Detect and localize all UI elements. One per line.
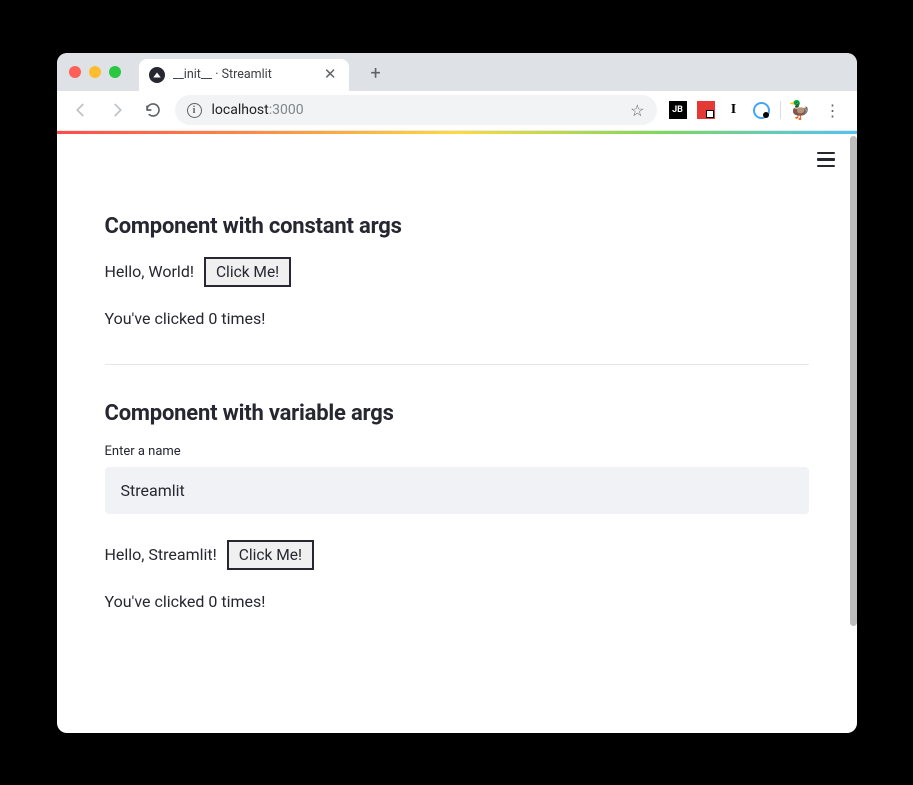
new-tab-button[interactable]: + [371, 63, 381, 84]
forward-button[interactable] [103, 96, 131, 124]
window-minimize-button[interactable] [89, 66, 101, 78]
extension-i-icon[interactable]: I [725, 101, 743, 119]
traffic-lights [69, 66, 121, 78]
extension-jb-icon[interactable]: JB [669, 101, 687, 119]
streamlit-favicon-icon [149, 67, 165, 83]
browser-window: __init__ · Streamlit ✕ + i localhost:300… [57, 53, 857, 733]
extension-circle-icon[interactable] [753, 102, 770, 119]
section2-status: You've clicked 0 times! [105, 592, 809, 611]
name-input[interactable] [105, 467, 809, 514]
tab-title: __init__ · Streamlit [173, 67, 314, 82]
extension-separator [780, 101, 781, 119]
section1-greeting: Hello, World! [105, 262, 194, 281]
section2-click-button[interactable]: Click Me! [227, 540, 314, 570]
reload-button[interactable] [139, 96, 167, 124]
extension-icons: JB I 🦆 ⋮ [665, 101, 847, 120]
section2-title: Component with variable args [105, 401, 809, 426]
address-bar[interactable]: i localhost:3000 ☆ [175, 95, 657, 125]
bookmark-star-icon[interactable]: ☆ [630, 101, 644, 120]
name-input-label: Enter a name [105, 444, 809, 459]
scrollbar[interactable] [850, 136, 857, 626]
url-port: :3000 [269, 102, 304, 118]
section1-title: Component with constant args [105, 214, 809, 239]
site-info-icon[interactable]: i [187, 103, 202, 118]
titlebar: __init__ · Streamlit ✕ + [57, 53, 857, 91]
window-close-button[interactable] [69, 66, 81, 78]
section1-greeting-row: Hello, World! Click Me! [105, 257, 809, 287]
divider [105, 364, 809, 365]
extension-red-icon[interactable] [697, 101, 715, 119]
chrome-menu-button[interactable]: ⋮ [819, 101, 847, 120]
section2-greeting-row: Hello, Streamlit! Click Me! [105, 540, 809, 570]
content-wrapper: Component with constant args Hello, Worl… [57, 134, 857, 733]
app-menu-button[interactable] [817, 152, 835, 168]
tab-close-button[interactable]: ✕ [322, 67, 339, 82]
main-content: Component with constant args Hello, Worl… [57, 134, 857, 677]
browser-tab[interactable]: __init__ · Streamlit ✕ [139, 59, 349, 91]
section1-status: You've clicked 0 times! [105, 309, 809, 328]
section1-click-button[interactable]: Click Me! [204, 257, 291, 287]
back-button[interactable] [67, 96, 95, 124]
url-host: localhost [212, 102, 269, 118]
extension-duck-icon[interactable]: 🦆 [791, 101, 809, 119]
toolbar: i localhost:3000 ☆ JB I 🦆 ⋮ [57, 91, 857, 131]
url-text: localhost:3000 [212, 102, 304, 118]
window-maximize-button[interactable] [109, 66, 121, 78]
section2-greeting: Hello, Streamlit! [105, 545, 217, 564]
